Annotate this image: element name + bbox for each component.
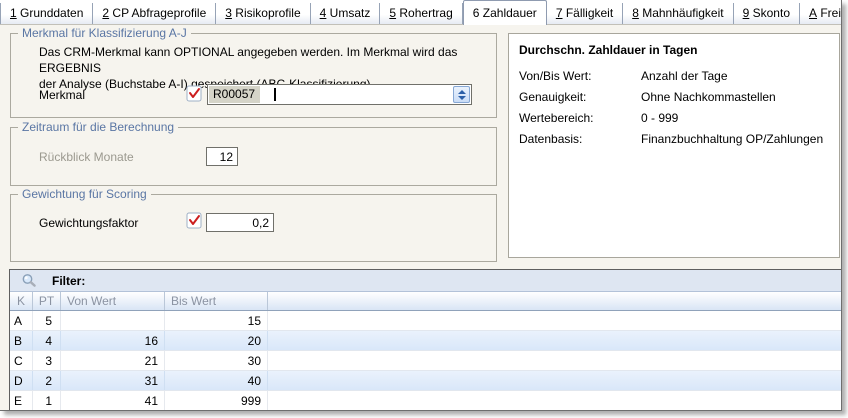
validation-check-icon[interactable] <box>186 212 203 229</box>
tab-a-frei-1[interactable]: A Frei 1 <box>800 3 842 24</box>
table-row-b[interactable]: B41620 <box>10 331 842 351</box>
cell-filler <box>268 311 842 330</box>
filter-label: Filter: <box>52 274 85 288</box>
tab-label: Risikoprofile <box>232 6 301 20</box>
tab-label: Skonto <box>749 6 790 20</box>
cell-filler <box>268 391 842 410</box>
tab-6-zahldauer[interactable]: 6 Zahldauer <box>463 0 547 25</box>
group-period-title: Zeitraum für die Berechnung <box>18 120 178 134</box>
table-row-a[interactable]: A5 15 <box>10 311 842 331</box>
tab-8-mahnh-ufigkeit[interactable]: 8 Mahnhäufigkeit <box>623 3 733 24</box>
validation-check-icon[interactable] <box>186 85 203 102</box>
info-row-value: 0 - 999 <box>641 111 678 125</box>
group-classification: Merkmal für Klassifizierung A-J Das CRM-… <box>10 33 497 118</box>
table-header-row: KPTVon WertBis Wert <box>10 292 842 311</box>
group-weighting-title: Gewichtung für Scoring <box>18 187 151 201</box>
info-panel-zahldauer: Durchschn. Zahldauer in Tagen Von/Bis We… <box>508 33 840 258</box>
table-row-d[interactable]: D23140 <box>10 371 842 391</box>
group-period: Zeitraum für die Berechnung Rückblick Mo… <box>10 127 497 186</box>
tab-mnemonic: 3 <box>225 6 232 20</box>
group-weighting: Gewichtung für Scoring Gewichtungsfaktor… <box>10 194 497 262</box>
rueckblick-monate-label: Rückblick Monate <box>39 150 134 164</box>
tab-label: Rohertrag <box>396 6 453 20</box>
column-header-k[interactable]: K <box>10 292 33 310</box>
tab-4-umsatz[interactable]: 4 Umsatz <box>311 3 381 24</box>
tab-strip: 1 Grunddaten2 CP Abfrageprofile3 Risikop… <box>0 0 841 25</box>
tab-mnemonic: A <box>809 6 817 20</box>
column-header-bis-wert[interactable]: Bis Wert <box>165 292 268 310</box>
magnifier-icon[interactable] <box>21 273 37 289</box>
rueckblick-monate-field[interactable]: 12 <box>206 147 238 166</box>
classification-table-panel: Filter: KPTVon WertBis Wert A515B41620C3… <box>9 269 842 411</box>
cell-filler <box>268 371 842 390</box>
cell-e-k: E <box>10 391 33 410</box>
tab-label: CP Abfrageprofile <box>109 6 206 20</box>
cell-a-k: A <box>10 311 33 330</box>
tab-label: Umsatz <box>326 6 370 20</box>
cell-filler <box>268 331 842 350</box>
cell-b-bis: 20 <box>165 331 268 350</box>
merkmal-label: Merkmal <box>39 88 85 102</box>
gewichtungsfaktor-label: Gewichtungsfaktor <box>39 216 138 230</box>
filter-bar: Filter: <box>10 270 842 292</box>
spin-down-icon[interactable] <box>458 96 466 100</box>
cell-c-bis: 30 <box>165 351 268 370</box>
tab-dialog: 1 Grunddaten2 CP Abfrageprofile3 Risikop… <box>0 0 842 411</box>
tab-5-rohertrag[interactable]: 5 Rohertrag <box>380 3 462 24</box>
tab-1-grunddaten[interactable]: 1 Grunddaten <box>0 3 93 24</box>
cell-d-von: 31 <box>61 371 165 390</box>
cell-a-von <box>61 311 165 330</box>
group-classification-title: Merkmal für Klassifizierung A-J <box>18 26 191 40</box>
tab-label: Fälligkeit <box>563 6 614 20</box>
merkmal-value-chip: R00057 <box>209 86 260 103</box>
info-row-label: Datenbasis: <box>519 132 582 146</box>
table-row-e[interactable]: E141999 <box>10 391 842 411</box>
text-caret <box>274 88 276 101</box>
cell-a-bis: 15 <box>165 311 268 330</box>
tab-2-cp-abfrageprofile[interactable]: 2 CP Abfrageprofile <box>93 3 216 24</box>
tab-label: Mahnhäufigkeit <box>639 6 724 20</box>
cell-b-von: 16 <box>61 331 165 350</box>
app-window: 1 Grunddaten2 CP Abfrageprofile3 Risikop… <box>0 0 848 418</box>
info-row-value: Ohne Nachkommastellen <box>641 90 776 104</box>
cell-d-k: D <box>10 371 33 390</box>
spinner-up-down-icon[interactable] <box>453 86 470 103</box>
column-header-von-wert[interactable]: Von Wert <box>61 292 165 310</box>
cell-e-pt: 1 <box>33 391 61 410</box>
cell-d-pt: 2 <box>33 371 61 390</box>
tab-label: Frei 1 <box>817 6 842 20</box>
table-row-c[interactable]: C32130 <box>10 351 842 371</box>
tab-3-risikoprofile[interactable]: 3 Risikoprofile <box>216 3 310 24</box>
cell-e-von: 41 <box>61 391 165 410</box>
cell-filler <box>268 351 842 370</box>
cell-c-von: 21 <box>61 351 165 370</box>
gewichtungsfaktor-field[interactable]: 0,2 <box>206 213 274 232</box>
cell-b-pt: 4 <box>33 331 61 350</box>
tab-mnemonic: 8 <box>632 6 639 20</box>
cell-e-bis: 999 <box>165 391 268 410</box>
tab-7-f-lligkeit[interactable]: 7 Fälligkeit <box>547 3 623 24</box>
info-row-label: Wertebereich: <box>519 111 593 125</box>
tab-mnemonic: 7 <box>556 6 563 20</box>
info-row-label: Genauigkeit: <box>519 90 586 104</box>
cell-d-bis: 40 <box>165 371 268 390</box>
tab-mnemonic: 1 <box>10 6 17 20</box>
info-row-label: Von/Bis Wert: <box>519 69 591 83</box>
spin-up-icon[interactable] <box>458 90 466 94</box>
cell-b-k: B <box>10 331 33 350</box>
cell-a-pt: 5 <box>33 311 61 330</box>
info-panel-title: Durchschn. Zahldauer in Tagen <box>519 43 697 57</box>
cell-c-pt: 3 <box>33 351 61 370</box>
merkmal-input[interactable]: R00057 <box>207 84 472 105</box>
column-header-pt[interactable]: PT <box>33 292 61 310</box>
column-header-filler <box>268 292 842 310</box>
tab-label: Grunddaten <box>17 6 84 20</box>
cell-c-k: C <box>10 351 33 370</box>
tab-label: Zahldauer <box>479 6 536 20</box>
info-row-value: Finanzbuchhaltung OP/Zahlungen <box>641 132 823 146</box>
tab-9-skonto[interactable]: 9 Skonto <box>734 3 800 24</box>
info-row-value: Anzahl der Tage <box>641 69 728 83</box>
